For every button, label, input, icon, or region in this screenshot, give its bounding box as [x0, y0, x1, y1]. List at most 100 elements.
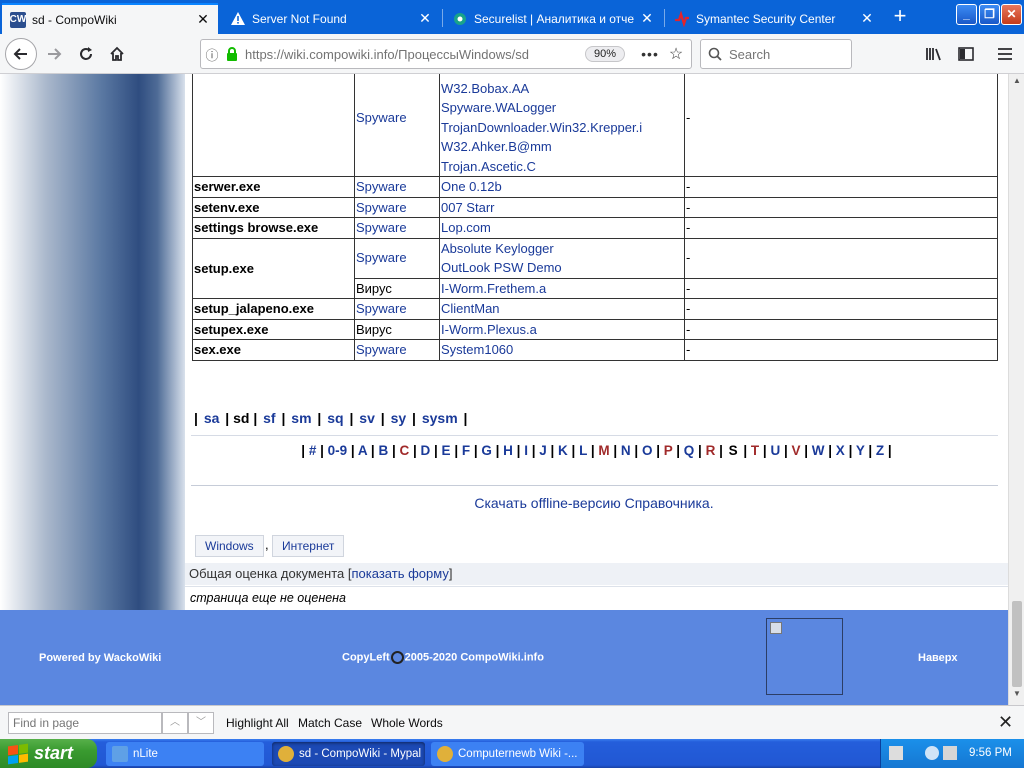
match-case-button[interactable]: Match Case [298, 716, 362, 730]
network-icon[interactable] [925, 746, 939, 760]
alphabet-link[interactable]: Y [856, 443, 865, 458]
taskbar-item-computernewb[interactable]: Computernewb Wiki -... [431, 742, 584, 766]
alphabet-link[interactable]: W [812, 443, 825, 458]
alphabet-link[interactable]: I [524, 443, 528, 458]
search-box[interactable] [700, 39, 852, 69]
url-text[interactable]: https://wiki.compowiki.info/ПроцессыWind… [241, 47, 585, 62]
threat-link[interactable]: Trojan.Ascetic.C [441, 159, 536, 174]
sub-link-sf[interactable]: sf [263, 410, 275, 426]
maximize-button[interactable]: ❐ [979, 4, 1000, 25]
threat-link[interactable]: W32.Bobax.AA [441, 81, 529, 96]
sub-link-sysm[interactable]: sysm [422, 410, 458, 426]
close-find-bar-icon[interactable]: ✕ [998, 712, 1013, 733]
page-actions-icon[interactable]: ••• [639, 46, 661, 62]
tab-compowiki[interactable]: CW sd - CompoWiki ✕ [2, 3, 218, 34]
whole-words-button[interactable]: Whole Words [371, 716, 443, 730]
alphabet-link[interactable]: K [558, 443, 568, 458]
threat-link[interactable]: I-Worm.Plexus.a [441, 322, 537, 337]
threat-type-link[interactable]: Spyware [356, 301, 407, 316]
alphabet-link[interactable]: G [481, 443, 492, 458]
sub-link-sa[interactable]: sa [204, 410, 220, 426]
lock-icon[interactable] [223, 47, 241, 61]
alphabet-link[interactable]: U [770, 443, 780, 458]
threat-link[interactable]: TrojanDownloader.Win32.Krepper.i [441, 120, 642, 135]
threat-link[interactable]: W32.Ahker.B@mm [441, 139, 552, 154]
new-tab-button[interactable]: + [886, 3, 914, 31]
alphabet-link[interactable]: J [539, 443, 547, 458]
highlight-all-button[interactable]: Highlight All [226, 716, 289, 730]
alphabet-link[interactable]: P [664, 443, 673, 458]
back-button[interactable] [5, 38, 37, 70]
download-offline-link[interactable]: Скачать offline-версию Справочника. [185, 495, 1003, 511]
alphabet-link[interactable]: F [462, 443, 470, 458]
alphabet-link[interactable]: Z [876, 443, 884, 458]
alphabet-link[interactable]: A [358, 443, 367, 458]
powered-by-link[interactable]: Powered by WackoWiki [39, 652, 161, 664]
tab-server-not-found[interactable]: Server Not Found ✕ [222, 3, 440, 34]
find-next-button[interactable]: ﹀ [188, 712, 214, 734]
alphabet-link[interactable]: 0-9 [328, 443, 348, 458]
footer-badge-image[interactable] [766, 618, 843, 695]
back-to-top-link[interactable]: Наверх [918, 652, 958, 664]
alphabet-link[interactable]: L [579, 443, 587, 458]
forward-button[interactable] [40, 40, 68, 68]
threat-link[interactable]: System1060 [441, 342, 513, 357]
close-window-button[interactable]: ✕ [1001, 4, 1022, 25]
threat-link[interactable]: Spyware.WALogger [441, 100, 556, 115]
download-offline-link-text[interactable]: Скачать offline-версию Справочника. [474, 495, 713, 511]
alphabet-link[interactable]: O [642, 443, 653, 458]
sub-link-sm[interactable]: sm [291, 410, 311, 426]
find-previous-button[interactable]: ︿ [162, 712, 188, 734]
vertical-scrollbar[interactable]: ▲ ▼ [1008, 74, 1024, 705]
threat-type-link[interactable]: Spyware [356, 200, 407, 215]
alphabet-link[interactable]: M [598, 443, 609, 458]
threat-link[interactable]: Absolute Keylogger [441, 241, 554, 256]
sub-link-sv[interactable]: sv [359, 410, 375, 426]
zoom-indicator[interactable]: 90% [584, 46, 625, 62]
search-input[interactable] [729, 46, 839, 62]
sidebar-button[interactable] [952, 40, 980, 68]
threat-link[interactable]: Lop.com [441, 220, 491, 235]
threat-type-link[interactable]: Spyware [356, 342, 407, 357]
volume-icon[interactable] [943, 746, 957, 760]
threat-type-link[interactable]: Spyware [356, 179, 407, 194]
threat-type-link[interactable]: Spyware [356, 250, 407, 265]
start-button[interactable]: start [0, 739, 97, 768]
threat-link[interactable]: ClientMan [441, 301, 500, 316]
threat-link[interactable]: 007 Starr [441, 200, 494, 215]
alphabet-link[interactable]: # [309, 443, 317, 458]
alphabet-link[interactable]: X [836, 443, 845, 458]
threat-type-link[interactable]: Spyware [356, 110, 407, 125]
close-tab-icon[interactable]: ✕ [418, 10, 432, 27]
close-tab-icon[interactable]: ✕ [196, 11, 210, 28]
taskbar-item-nlite[interactable]: nLite [106, 742, 264, 766]
alphabet-link[interactable]: T [751, 443, 759, 458]
scrollbar-thumb[interactable] [1012, 601, 1022, 687]
sub-link-sy[interactable]: sy [391, 410, 407, 426]
alphabet-link[interactable]: B [378, 443, 388, 458]
threat-link[interactable]: I-Worm.Frethem.a [441, 281, 546, 296]
tab-securelist[interactable]: Securelist | Аналитика и отчеты ✕ [444, 3, 662, 34]
sub-link-sq[interactable]: sq [327, 410, 343, 426]
minimize-button[interactable]: _ [956, 4, 977, 25]
threat-link[interactable]: CWS [441, 74, 471, 76]
library-button[interactable] [920, 40, 948, 68]
bookmark-star-icon[interactable]: ☆ [661, 44, 691, 64]
alphabet-link[interactable]: E [442, 443, 451, 458]
close-tab-icon[interactable]: ✕ [860, 10, 874, 27]
home-button[interactable] [103, 40, 131, 68]
tag-internet[interactable]: Интернет [272, 535, 345, 557]
threat-link[interactable]: OutLook PSW Demo [441, 260, 562, 275]
keyboard-icon[interactable] [889, 746, 903, 760]
alphabet-link[interactable]: D [421, 443, 431, 458]
tab-symantec[interactable]: Symantec Security Center ✕ [666, 3, 882, 34]
menu-button[interactable] [991, 40, 1019, 68]
alphabet-link[interactable]: Q [684, 443, 695, 458]
alphabet-link[interactable]: V [791, 443, 800, 458]
info-icon[interactable]: ⓘ [201, 45, 223, 64]
alphabet-link[interactable]: R [706, 443, 716, 458]
alphabet-link[interactable]: N [621, 443, 631, 458]
taskbar-item-mypal-active[interactable]: sd - CompoWiki - Mypal [272, 742, 425, 766]
alphabet-link[interactable]: C [399, 443, 409, 458]
threat-link[interactable]: One 0.12b [441, 179, 502, 194]
